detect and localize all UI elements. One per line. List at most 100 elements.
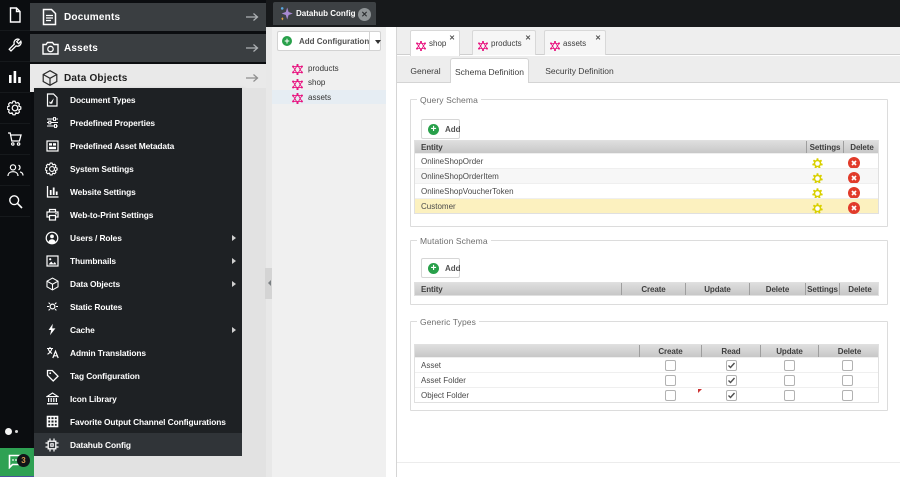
- column-header-delete[interactable]: Delete: [840, 283, 880, 295]
- tab-close-icon[interactable]: ✕: [449, 35, 455, 42]
- menu-item-predefined-properties[interactable]: Predefined Properties: [34, 111, 242, 134]
- graphql-icon: [478, 38, 488, 56]
- column-header-update[interactable]: Update: [686, 283, 749, 295]
- checkbox-create[interactable]: [665, 360, 676, 371]
- checkbox-update[interactable]: [784, 390, 795, 401]
- cube-icon: [45, 276, 59, 291]
- menu-item-datahub-config[interactable]: Datahub Config: [34, 433, 242, 456]
- generic-types-legend: Generic Types: [417, 316, 479, 327]
- plus-icon: +: [428, 124, 439, 135]
- tree-item-shop[interactable]: shop: [272, 75, 386, 90]
- dropdown-caret-icon[interactable]: [375, 40, 381, 44]
- tree-item-products[interactable]: products: [272, 61, 386, 76]
- menu-item-cache[interactable]: Cache: [34, 318, 242, 341]
- column-header-entity[interactable]: Entity: [421, 283, 443, 295]
- column-header-delete[interactable]: Delete: [750, 283, 805, 295]
- search-icon[interactable]: [0, 186, 30, 217]
- checkbox-delete[interactable]: [842, 360, 853, 371]
- generic-row[interactable]: Object Folder: [415, 387, 878, 402]
- column-header-delete[interactable]: Delete: [819, 345, 880, 357]
- column-header-create[interactable]: Create: [640, 345, 701, 357]
- menu-item-web-to-print-settings[interactable]: Web-to-Print Settings: [34, 203, 242, 226]
- sparkle-icon: [279, 5, 294, 27]
- query-row[interactable]: OnlineShopOrder: [415, 153, 878, 169]
- graphql-icon: [416, 38, 426, 56]
- menu-item-document-types[interactable]: Document Types: [34, 88, 242, 111]
- user-icon: [45, 231, 59, 245]
- nav-header-assets[interactable]: Assets: [30, 34, 266, 62]
- add-configuration-button[interactable]: + Add Configuration: [277, 31, 381, 51]
- checkbox-read-checked[interactable]: [726, 360, 737, 371]
- config-tab-shop[interactable]: shop ✕: [410, 30, 460, 56]
- add-configuration-label: Add Configuration: [299, 37, 370, 46]
- column-header-settings[interactable]: Settings: [806, 283, 839, 295]
- chat-badge: 3: [17, 454, 30, 467]
- column-header-settings[interactable]: Settings: [807, 141, 843, 153]
- users-icon[interactable]: [0, 155, 30, 186]
- checkbox-create[interactable]: [665, 375, 676, 386]
- window-tab-close-icon[interactable]: ✕: [358, 7, 371, 21]
- menu-item-favorite-output-channel-configurations[interactable]: Favorite Output Channel Configurations: [34, 410, 242, 433]
- mutation-schema-grid: Entity Create Update Delete Settings Del…: [414, 282, 879, 296]
- wrench-icon[interactable]: [0, 31, 30, 62]
- query-row-selected[interactable]: Customer: [415, 198, 878, 214]
- menu-item-tag-configuration[interactable]: Tag Configuration: [34, 364, 242, 387]
- menu-item-system-settings[interactable]: System Settings: [34, 157, 242, 180]
- grid-header: Entity Create Update Delete Settings Del…: [415, 283, 878, 295]
- checkbox-delete[interactable]: [842, 390, 853, 401]
- tab-close-icon[interactable]: ✕: [595, 35, 601, 42]
- menu-item-data-objects[interactable]: Data Objects: [34, 272, 242, 295]
- settings-gear-icon[interactable]: [812, 201, 823, 219]
- translate-icon: [45, 346, 59, 360]
- grid-header: Entity Settings Delete: [415, 141, 878, 153]
- window-tab-title: Datahub Config: [296, 9, 356, 18]
- tab-close-icon[interactable]: ✕: [525, 35, 531, 42]
- generic-row[interactable]: Asset Folder: [415, 372, 878, 387]
- menu-item-admin-translations[interactable]: Admin Translations: [34, 341, 242, 364]
- cart-icon[interactable]: [0, 124, 30, 155]
- subtab-schema-definition[interactable]: Schema Definition: [450, 58, 529, 84]
- printer-icon: [45, 208, 59, 222]
- nav-header-label: Assets: [64, 42, 98, 54]
- definition-tabbar: General Schema Definition Security Defin…: [397, 56, 900, 84]
- checkbox-read-checked[interactable]: [726, 390, 737, 401]
- query-row[interactable]: OnlineShopOrderItem: [415, 168, 878, 184]
- datahub-tree-panel: + Add Configuration products shop assets: [272, 27, 386, 477]
- menu-item-predefined-asset-metadata[interactable]: Predefined Asset Metadata: [34, 134, 242, 157]
- config-tab-products[interactable]: products ✕: [472, 30, 536, 55]
- nav-header-documents[interactable]: Documents: [30, 3, 266, 31]
- gear-icon[interactable]: [0, 93, 30, 124]
- submenu-arrow-icon: [232, 234, 236, 241]
- subtab-general[interactable]: General: [401, 58, 450, 83]
- window-tab-datahub-config[interactable]: Datahub Config ✕: [273, 2, 376, 25]
- subtab-security-definition[interactable]: Security Definition: [529, 58, 630, 83]
- column-header-read[interactable]: Read: [702, 345, 760, 357]
- column-header-update[interactable]: Update: [761, 345, 818, 357]
- delete-icon[interactable]: [848, 201, 860, 219]
- checkbox-delete[interactable]: [842, 375, 853, 386]
- menu-item-website-settings[interactable]: Website Settings: [34, 180, 242, 203]
- config-tab-assets[interactable]: assets ✕: [544, 30, 606, 55]
- column-header-entity[interactable]: Entity: [421, 141, 443, 153]
- notification-dot-large: [5, 428, 12, 435]
- query-row[interactable]: OnlineShopVoucherToken: [415, 183, 878, 199]
- tree-item-assets[interactable]: assets: [272, 89, 386, 105]
- checkbox-create[interactable]: [665, 390, 676, 401]
- chat-button[interactable]: 3: [0, 448, 34, 476]
- menu-item-thumbnails[interactable]: Thumbnails: [34, 249, 242, 272]
- column-header-delete[interactable]: Delete: [844, 141, 880, 153]
- arrow-right-icon: [245, 12, 259, 22]
- query-add-button[interactable]: + Add: [421, 119, 461, 139]
- menu-item-static-routes[interactable]: Static Routes: [34, 295, 242, 318]
- file-icon[interactable]: [0, 0, 30, 31]
- column-header-create[interactable]: Create: [622, 283, 685, 295]
- checkbox-update[interactable]: [784, 375, 795, 386]
- generic-row[interactable]: Asset: [415, 357, 878, 372]
- icon-toolbar: 3: [0, 0, 34, 477]
- menu-item-users-roles[interactable]: Users / Roles: [34, 226, 242, 249]
- mutation-add-button[interactable]: + Add: [421, 258, 461, 278]
- checkbox-update[interactable]: [784, 360, 795, 371]
- menu-item-icon-library[interactable]: Icon Library: [34, 387, 242, 410]
- checkbox-read-checked[interactable]: [726, 375, 737, 386]
- bar-chart-icon[interactable]: [0, 62, 30, 93]
